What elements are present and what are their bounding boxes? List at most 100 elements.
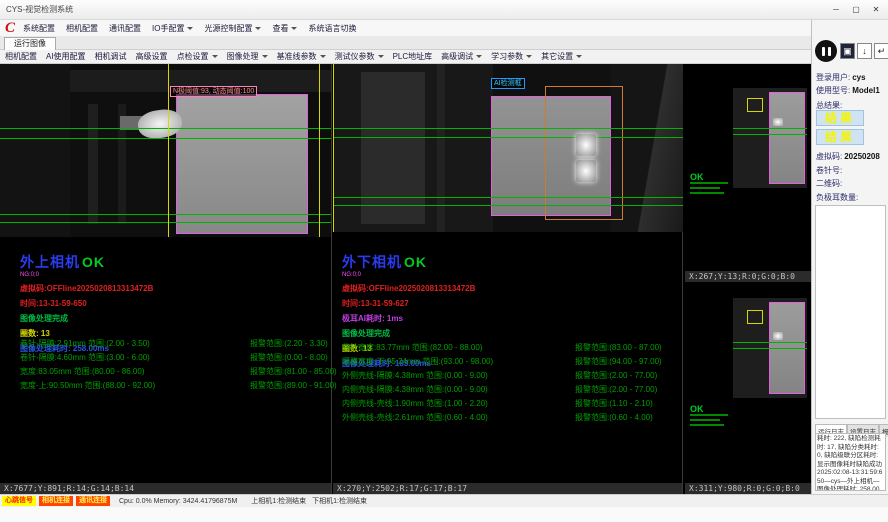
ai-detect-label: AI检测框 (491, 78, 525, 89)
chevron-down-icon (262, 55, 268, 58)
tool-baseline-params[interactable]: 基准线参数 (277, 51, 326, 62)
left-ng-subtitle: NG:0;0 (20, 272, 320, 279)
bright-tab (773, 332, 783, 340)
left-pixel-coordinates: X:7677;Y:891;R:14;G:14;B:14 (0, 483, 331, 494)
device-button[interactable]: ▣ (840, 43, 855, 59)
result-list-box[interactable] (815, 205, 886, 419)
tool-camera-debug[interactable]: 相机调试 (95, 51, 127, 62)
minimize-icon[interactable]: ─ (826, 2, 846, 17)
model-value: Model1 (852, 86, 880, 95)
tool-advanced-settings[interactable]: 高级设置 (136, 51, 168, 62)
middle-camera-result-title: 外下相机OK (342, 252, 672, 272)
measurement-row: 宽度-上:90.50mm 范围:(88.00 - 92.00)报警范围:(89.… (20, 380, 330, 394)
download-button[interactable]: ↓ (857, 43, 872, 59)
chevron-down-icon (320, 55, 326, 58)
chevron-down-icon (378, 55, 384, 58)
login-user-value: cys (852, 73, 865, 82)
enter-button[interactable]: ↵ (874, 43, 888, 59)
main-content: N极阈值:93, 动态阈值:100 外上相机OK NG:0;0 虚拟码:OFFl… (0, 64, 811, 494)
bright-tab (576, 134, 596, 156)
menu-system-config[interactable]: 系统配置 (23, 23, 55, 34)
pause-icon (822, 47, 825, 56)
tool-camera-config[interactable]: 相机配置 (5, 51, 37, 62)
measurement-row: 隔膜宽度-下:95.24mm 范围:(93.00 - 98.00)报警范围:(9… (342, 356, 682, 370)
tool-tester-params[interactable]: 测试仪参数 (335, 51, 384, 62)
bright-tab (773, 118, 783, 126)
maximize-icon[interactable]: ▢ (846, 2, 866, 17)
machine-slot (88, 104, 98, 224)
left-camera-result-title: 外上相机OK (20, 252, 320, 272)
middle-ai-time: 极耳AI耗时: 1ms (342, 313, 672, 324)
machine-column (361, 72, 425, 224)
tool-plc-address[interactable]: PLC地址库 (393, 51, 433, 62)
log-content[interactable]: 耗时: 222, 缺陷检测耗时: 17, 缺陷分类耗时: 0, 缺陷级联分区耗时… (815, 433, 886, 491)
menu-io-config[interactable]: IO手配置 (152, 23, 193, 34)
small-top-coordinates: X:267;Y:13;R:0;G:0;B:0 (685, 271, 811, 282)
menu-camera-config[interactable]: 相机配置 (66, 23, 98, 34)
menu-comm-config[interactable]: 通讯配置 (109, 23, 141, 34)
pause-icon (828, 47, 831, 56)
tab-run-image[interactable]: 运行图像 (4, 37, 56, 50)
tool-advanced-debug[interactable]: 高级调试 (441, 51, 482, 62)
measurement-row: 卷针-隔膜:4.60mm 范围:(3.00 - 6.00)报警范围:(0.00 … (20, 352, 330, 366)
small-bottom-image[interactable] (733, 298, 807, 398)
title-bar: CYS-视觉检测系统 ─ ▢ ✕ (0, 0, 888, 20)
camera-connect-badge: 相机连接 (39, 496, 73, 506)
chevron-down-icon (526, 55, 532, 58)
middle-camera-view: AI检测框 外下相机OK NG:0;0 虚拟码:OFFline202502081… (333, 64, 683, 494)
measurement-row: 内侧壳线-隔膜:4.38mm 范围:(0.00 - 9.00)报警范围:(2.0… (342, 384, 682, 398)
small-view-bottom: OK X:311;Y:980;R:0;G:0;B:0 (685, 282, 811, 494)
chevron-down-icon (576, 55, 582, 58)
result-box-2: 结果 (816, 129, 864, 145)
measurement-row: 卷针宽度:83.77mm 范围:(82.00 - 88.00)报警范围:(83.… (342, 342, 682, 356)
arrow-down-icon: ↓ (862, 46, 867, 56)
menu-light-config[interactable]: 光源控制配置 (204, 23, 261, 34)
menu-language-switch[interactable]: 系统语言切换 (308, 23, 356, 34)
app-logo-icon: C (5, 21, 15, 35)
middle-time: 时间:13-31-59-627 (342, 298, 672, 309)
enter-icon: ↵ (878, 46, 886, 56)
middle-process-done: 图像处理完成 (342, 328, 672, 339)
comm-connect-badge: 通讯连接 (76, 496, 110, 506)
chevron-down-icon (187, 27, 193, 30)
machine-slot (437, 64, 445, 232)
window-controls: ─ ▢ ✕ (826, 2, 886, 17)
qr-code-label: 二维码: (816, 178, 842, 189)
tool-spot-check[interactable]: 点检设置 (177, 51, 218, 62)
left-time: 时间:13-31-59-650 (20, 298, 320, 309)
middle-measurements: 卷针宽度:83.77mm 范围:(82.00 - 88.00)报警范围:(83.… (342, 342, 682, 426)
threshold-label: N极阈值:93, 动态阈值:100 (170, 86, 257, 97)
footer-spacer (0, 507, 888, 522)
middle-camera-image[interactable]: AI检测框 (333, 64, 683, 232)
small-views-column: OK X:267;Y:13;R:0;G:0;B:0 OK (685, 64, 811, 494)
marker-box (747, 98, 763, 112)
pause-button[interactable] (815, 40, 837, 62)
result-box-1: 结果 (816, 110, 864, 126)
virtual-code-value: 20250208 (844, 152, 880, 161)
bright-tab (576, 160, 596, 182)
window-title: CYS-视觉检测系统 (6, 4, 73, 15)
tool-ai-config[interactable]: AI使用配置 (46, 51, 86, 62)
status-ok: OK (82, 254, 105, 270)
small-top-image[interactable] (733, 88, 807, 188)
tool-learning-params[interactable]: 学习参数 (491, 51, 532, 62)
app-window: CYS-视觉检测系统 ─ ▢ ✕ C 系统配置 相机配置 通讯配置 IO手配置 … (0, 0, 888, 522)
close-icon[interactable]: ✕ (866, 2, 886, 17)
model-row: 使用型号:Model1 (816, 85, 880, 96)
left-camera-image[interactable]: N极阈值:93, 动态阈值:100 (0, 64, 331, 237)
model-label: 使用型号: (816, 86, 850, 95)
tool-image-process[interactable]: 图像处理 (227, 51, 268, 62)
tab-count-label: 负极耳数量: (816, 192, 858, 203)
tool-other-settings[interactable]: 其它设置 (541, 51, 582, 62)
virtual-code-row: 虚拟码:20250208 (816, 151, 880, 162)
small-top-result: OK (690, 172, 730, 197)
measurement-row: 外侧壳线-壳线:2.61mm 范围:(0.60 - 4.00)报警范围:(0.6… (342, 412, 682, 426)
menu-view[interactable]: 查看 (272, 23, 297, 34)
electrode-block (769, 92, 805, 184)
measurement-row: 卷针-隔膜:2.91mm 范围:(2.00 - 3.50)报警范围:(2.20 … (20, 338, 330, 352)
small-view-top: OK X:267;Y:13;R:0;G:0;B:0 (685, 64, 811, 282)
left-measurements: 卷针-隔膜:2.91mm 范围:(2.00 - 3.50)报警范围:(2.20 … (20, 338, 330, 394)
measurement-row: 宽度:83.05mm 范围:(80.00 - 86.00)报警范围:(81.00… (20, 366, 330, 380)
machine-left-block (0, 64, 70, 237)
login-user-label: 登录用户: (816, 73, 850, 82)
